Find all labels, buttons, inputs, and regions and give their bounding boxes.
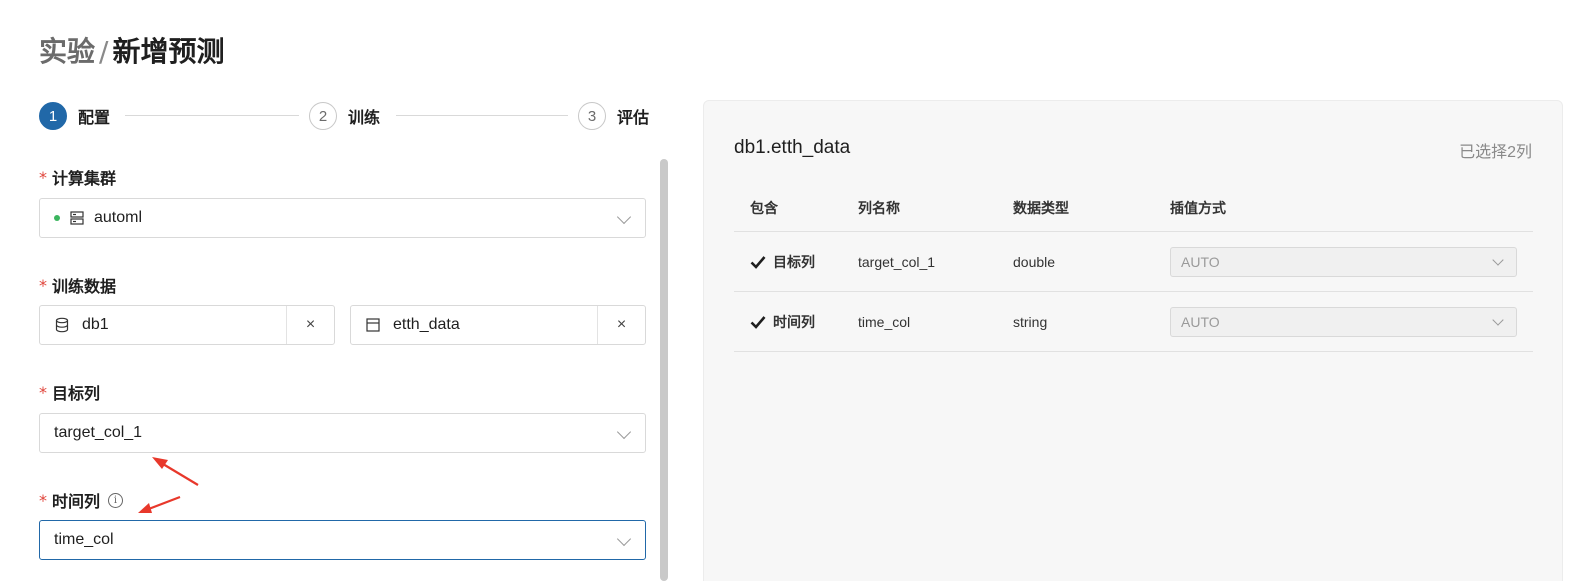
header-interp: 插值方式 <box>1170 201 1226 217</box>
step-number: 1 <box>39 102 67 130</box>
chevron-down-icon <box>616 531 632 547</box>
form-scrollbar[interactable] <box>660 159 668 581</box>
server-icon <box>70 211 84 225</box>
table-row: 时间列 time_col string AUTO <box>734 292 1533 352</box>
chevron-down-icon <box>616 209 632 225</box>
step-evaluate[interactable]: 3 评估 <box>578 101 649 131</box>
include-label: 目标列 <box>773 254 815 271</box>
header-name: 列名称 <box>858 201 900 217</box>
interp-select[interactable]: AUTO <box>1170 307 1517 337</box>
column-preview-panel: db1.etth_data 已选择2列 包含 列名称 数据类型 插值方式 目标列… <box>703 100 1563 581</box>
target-column-label: * 目标列 <box>39 380 100 404</box>
required-mark: * <box>39 490 47 510</box>
step-label: 训练 <box>348 108 381 127</box>
panel-title: db1.etth_data <box>734 137 851 158</box>
chevron-down-icon <box>1492 254 1504 266</box>
column-name: time_col <box>858 313 911 330</box>
clear-table-button[interactable]: × <box>597 306 645 344</box>
chevron-down-icon <box>616 424 632 440</box>
target-column-select[interactable]: target_col_1 <box>39 413 646 453</box>
step-label: 评估 <box>617 108 650 127</box>
include-cell[interactable]: 目标列 <box>750 252 815 272</box>
training-data-label-text: 训练数据 <box>52 277 117 296</box>
step-connector <box>396 115 568 116</box>
chevron-down-icon <box>1492 314 1504 326</box>
column-type: string <box>1013 313 1048 330</box>
step-connector <box>125 115 299 116</box>
column-name: target_col_1 <box>858 253 936 270</box>
breadcrumb-current: 新增预测 <box>112 35 225 68</box>
interp-select[interactable]: AUTO <box>1170 247 1517 277</box>
table-select[interactable]: etth_data × <box>350 305 646 345</box>
column-type: double <box>1013 253 1056 270</box>
include-label: 时间列 <box>773 314 815 331</box>
target-column-label-text: 目标列 <box>52 384 101 403</box>
page-title: 实验 / 新增预测 <box>39 30 224 70</box>
stepper: 1 配置 2 训练 3 评估 <box>39 101 655 131</box>
header-type: 数据类型 <box>1013 201 1069 217</box>
breadcrumb-separator: / <box>99 35 109 68</box>
step-number: 3 <box>578 102 606 130</box>
cluster-select[interactable]: automl <box>39 198 646 238</box>
info-icon[interactable]: i <box>108 492 124 508</box>
step-number: 2 <box>309 102 337 130</box>
breadcrumb-parent[interactable]: 实验 <box>39 35 95 68</box>
table-row: 目标列 target_col_1 double AUTO <box>734 232 1533 292</box>
table-header: 包含 列名称 数据类型 插值方式 <box>734 185 1533 232</box>
checkmark-icon <box>750 255 766 269</box>
header-include: 包含 <box>750 201 778 217</box>
training-data-label: * 训练数据 <box>39 273 116 297</box>
columns-table: 包含 列名称 数据类型 插值方式 目标列 target_col_1 double… <box>734 185 1533 352</box>
checkmark-icon <box>750 315 766 329</box>
database-icon <box>55 317 69 333</box>
time-column-select[interactable]: time_col <box>39 520 646 560</box>
time-column-label-text: 时间列 <box>52 492 101 511</box>
cluster-label-text: 计算集群 <box>52 169 117 188</box>
cluster-value: automl <box>94 209 143 226</box>
include-cell[interactable]: 时间列 <box>750 312 815 332</box>
cluster-label: * 计算集群 <box>39 165 116 189</box>
step-config[interactable]: 1 配置 <box>39 101 110 131</box>
required-mark: * <box>39 382 47 402</box>
database-select[interactable]: db1 × <box>39 305 335 345</box>
required-mark: * <box>39 275 47 295</box>
database-value: db1 <box>82 316 109 333</box>
interp-value: AUTO <box>1181 314 1220 330</box>
table-value: etth_data <box>393 316 460 333</box>
time-column-label: * 时间列 i <box>39 488 124 512</box>
required-mark: * <box>39 167 47 187</box>
time-column-value: time_col <box>54 531 114 548</box>
selected-count: 已选择2列 <box>1459 144 1532 161</box>
step-label: 配置 <box>78 108 111 127</box>
clear-database-button[interactable]: × <box>286 306 334 344</box>
annotation-arrow-icon <box>138 495 181 513</box>
interp-value: AUTO <box>1181 254 1220 270</box>
step-train[interactable]: 2 训练 <box>309 101 380 131</box>
annotation-arrow-icon <box>152 457 199 486</box>
target-column-value: target_col_1 <box>54 424 143 441</box>
table-icon <box>366 318 380 332</box>
status-dot-icon <box>54 215 60 221</box>
